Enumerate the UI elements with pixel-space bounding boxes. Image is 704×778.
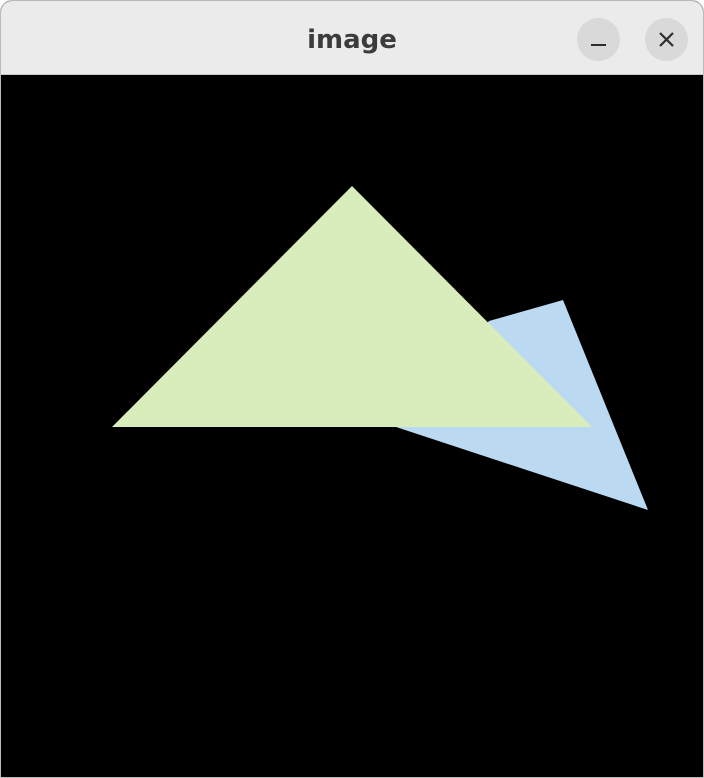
app-window: image: [0, 0, 704, 778]
canvas-drawing: [112, 186, 648, 510]
close-button[interactable]: [645, 18, 688, 61]
green-triangle: [112, 186, 592, 427]
title-bar[interactable]: image: [1, 1, 703, 75]
minimize-icon: [591, 44, 606, 46]
minimize-button[interactable]: [577, 18, 620, 61]
close-icon: [659, 32, 674, 47]
image-canvas: [1, 75, 703, 777]
